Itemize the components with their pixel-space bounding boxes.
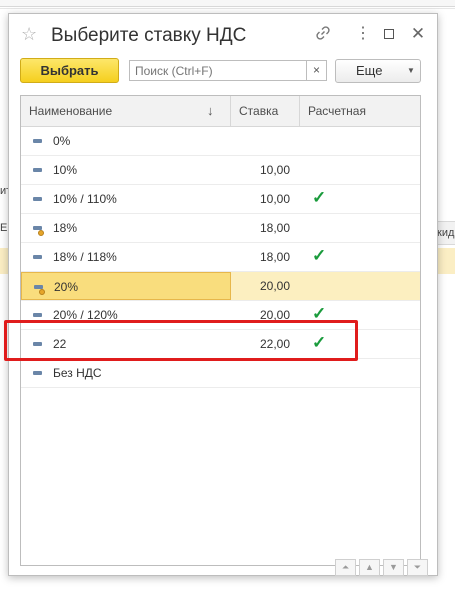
item-icon [33, 371, 42, 375]
table-row[interactable]: 18% 18,00 [21, 214, 420, 243]
cell-calculated [300, 156, 420, 184]
more-vertical-icon[interactable]: ⋮ [354, 25, 372, 43]
row-rate [231, 359, 300, 387]
column-header-calculated[interactable]: Расчетная [300, 96, 420, 127]
cell-name: 10% [21, 156, 231, 184]
table-row[interactable]: 10% 10,00 [21, 156, 420, 185]
table-row[interactable]: 20% / 120% 20,00 ✓ [21, 301, 420, 330]
background-window-top [0, 0, 455, 7]
cell-calculated: ✓ [300, 301, 420, 329]
checkmark-icon: ✓ [312, 188, 327, 207]
maximize-icon[interactable] [380, 25, 398, 43]
cell-name: Без НДС [21, 359, 231, 387]
star-icon[interactable]: ☆ [21, 24, 37, 44]
table-row[interactable]: Без НДС [21, 359, 420, 388]
item-icon [33, 197, 42, 201]
row-rate: 20,00 [259, 279, 290, 293]
item-icon [33, 168, 42, 172]
row-name: 0% [53, 134, 71, 148]
chevron-down-icon: ▼ [407, 66, 415, 75]
item-icon [33, 342, 42, 346]
row-name: 18% / 118% [53, 250, 117, 264]
cell-name: 0% [21, 127, 231, 155]
row-rate: 18,00 [259, 250, 290, 264]
table-row[interactable]: 20% 20,00 [21, 272, 420, 301]
row-rate: 10,00 [259, 192, 290, 206]
cell-name: 10% / 110% [21, 185, 231, 213]
cell-calculated: ✓ [300, 243, 420, 271]
cell-calculated: ✓ [300, 330, 420, 358]
more-actions-button[interactable]: Еще ▼ [335, 59, 421, 83]
row-name: Без НДС [53, 366, 102, 380]
cell-name: 18% / 118% [21, 243, 231, 271]
cell-name: 20% [21, 272, 231, 300]
marker-dot-icon [38, 230, 44, 236]
table-row[interactable]: 10% / 110% 10,00 ✓ [21, 185, 420, 214]
background-left-label: ит [0, 185, 8, 197]
cell-name: 18% [21, 214, 231, 242]
vat-rates-table: Наименование ↓ Ставка Расчетная 0% 10% 10,… [20, 95, 421, 566]
row-name: 10% / 110% [53, 192, 117, 206]
table-navigation: ⏶ ▲ ▼ ⏷ [335, 559, 428, 577]
cell-name: 22 [21, 330, 231, 358]
cell-calculated [300, 272, 420, 300]
cell-calculated: ✓ [300, 185, 420, 213]
checkmark-icon: ✓ [312, 304, 327, 323]
item-icon [33, 313, 42, 317]
cell-calculated [300, 127, 420, 155]
cell-name: 20% / 120% [21, 301, 231, 329]
table-row[interactable]: 22 22,00 ✓ [21, 330, 420, 359]
dialog-titlebar: ☆ Выберите ставку НДС ⋮ ✕ [9, 14, 437, 56]
checkmark-icon: ✓ [312, 333, 327, 352]
sort-arrow-icon: ↓ [207, 103, 214, 118]
clear-search-button[interactable]: × [306, 60, 327, 81]
screen: ит Е кид ☆ Выберите ставку НДС ⋮ ✕ Выбра… [0, 0, 455, 600]
first-page-icon[interactable]: ⏶ [335, 559, 356, 576]
row-name: 20% / 120% [53, 308, 118, 322]
select-vat-rate-dialog: ☆ Выберите ставку НДС ⋮ ✕ Выбрать × Еще … [8, 13, 438, 576]
more-actions-label: Еще [356, 63, 383, 78]
last-page-icon[interactable]: ⏷ [407, 559, 428, 576]
item-icon [33, 255, 42, 259]
row-rate: 22,00 [259, 337, 290, 351]
cell-calculated [300, 214, 420, 242]
table-header: Наименование ↓ Ставка Расчетная [21, 96, 420, 127]
row-rate: 10,00 [259, 163, 290, 177]
table-row[interactable]: 18% / 118% 18,00 ✓ [21, 243, 420, 272]
background-right-header: кид [437, 221, 455, 245]
next-page-icon[interactable]: ▼ [383, 559, 404, 576]
previous-page-icon[interactable]: ▲ [359, 559, 380, 576]
row-name: 18% [53, 221, 78, 235]
checkmark-icon: ✓ [312, 246, 327, 265]
row-rate: 18,00 [259, 221, 290, 235]
column-header-rate[interactable]: Ставка [231, 96, 300, 127]
link-icon[interactable] [314, 25, 332, 43]
column-header-name-label: Наименование [29, 104, 113, 118]
background-divider [0, 8, 455, 9]
search-input[interactable] [129, 60, 307, 81]
row-name: 10% [53, 163, 78, 177]
marker-dot-icon [39, 289, 45, 295]
select-button[interactable]: Выбрать [20, 58, 119, 83]
dialog-title: Выберите ставку НДС [51, 25, 247, 46]
background-left-cell: Е [0, 222, 8, 234]
item-icon [33, 139, 42, 143]
row-rate [231, 127, 300, 155]
column-header-name[interactable]: Наименование ↓ [21, 96, 231, 127]
cell-calculated [300, 359, 420, 387]
close-icon[interactable]: ✕ [409, 25, 427, 43]
row-name: 22 [53, 337, 67, 351]
row-name: 20% [54, 280, 79, 294]
table-row[interactable]: 0% [21, 127, 420, 156]
row-rate: 20,00 [259, 308, 290, 322]
